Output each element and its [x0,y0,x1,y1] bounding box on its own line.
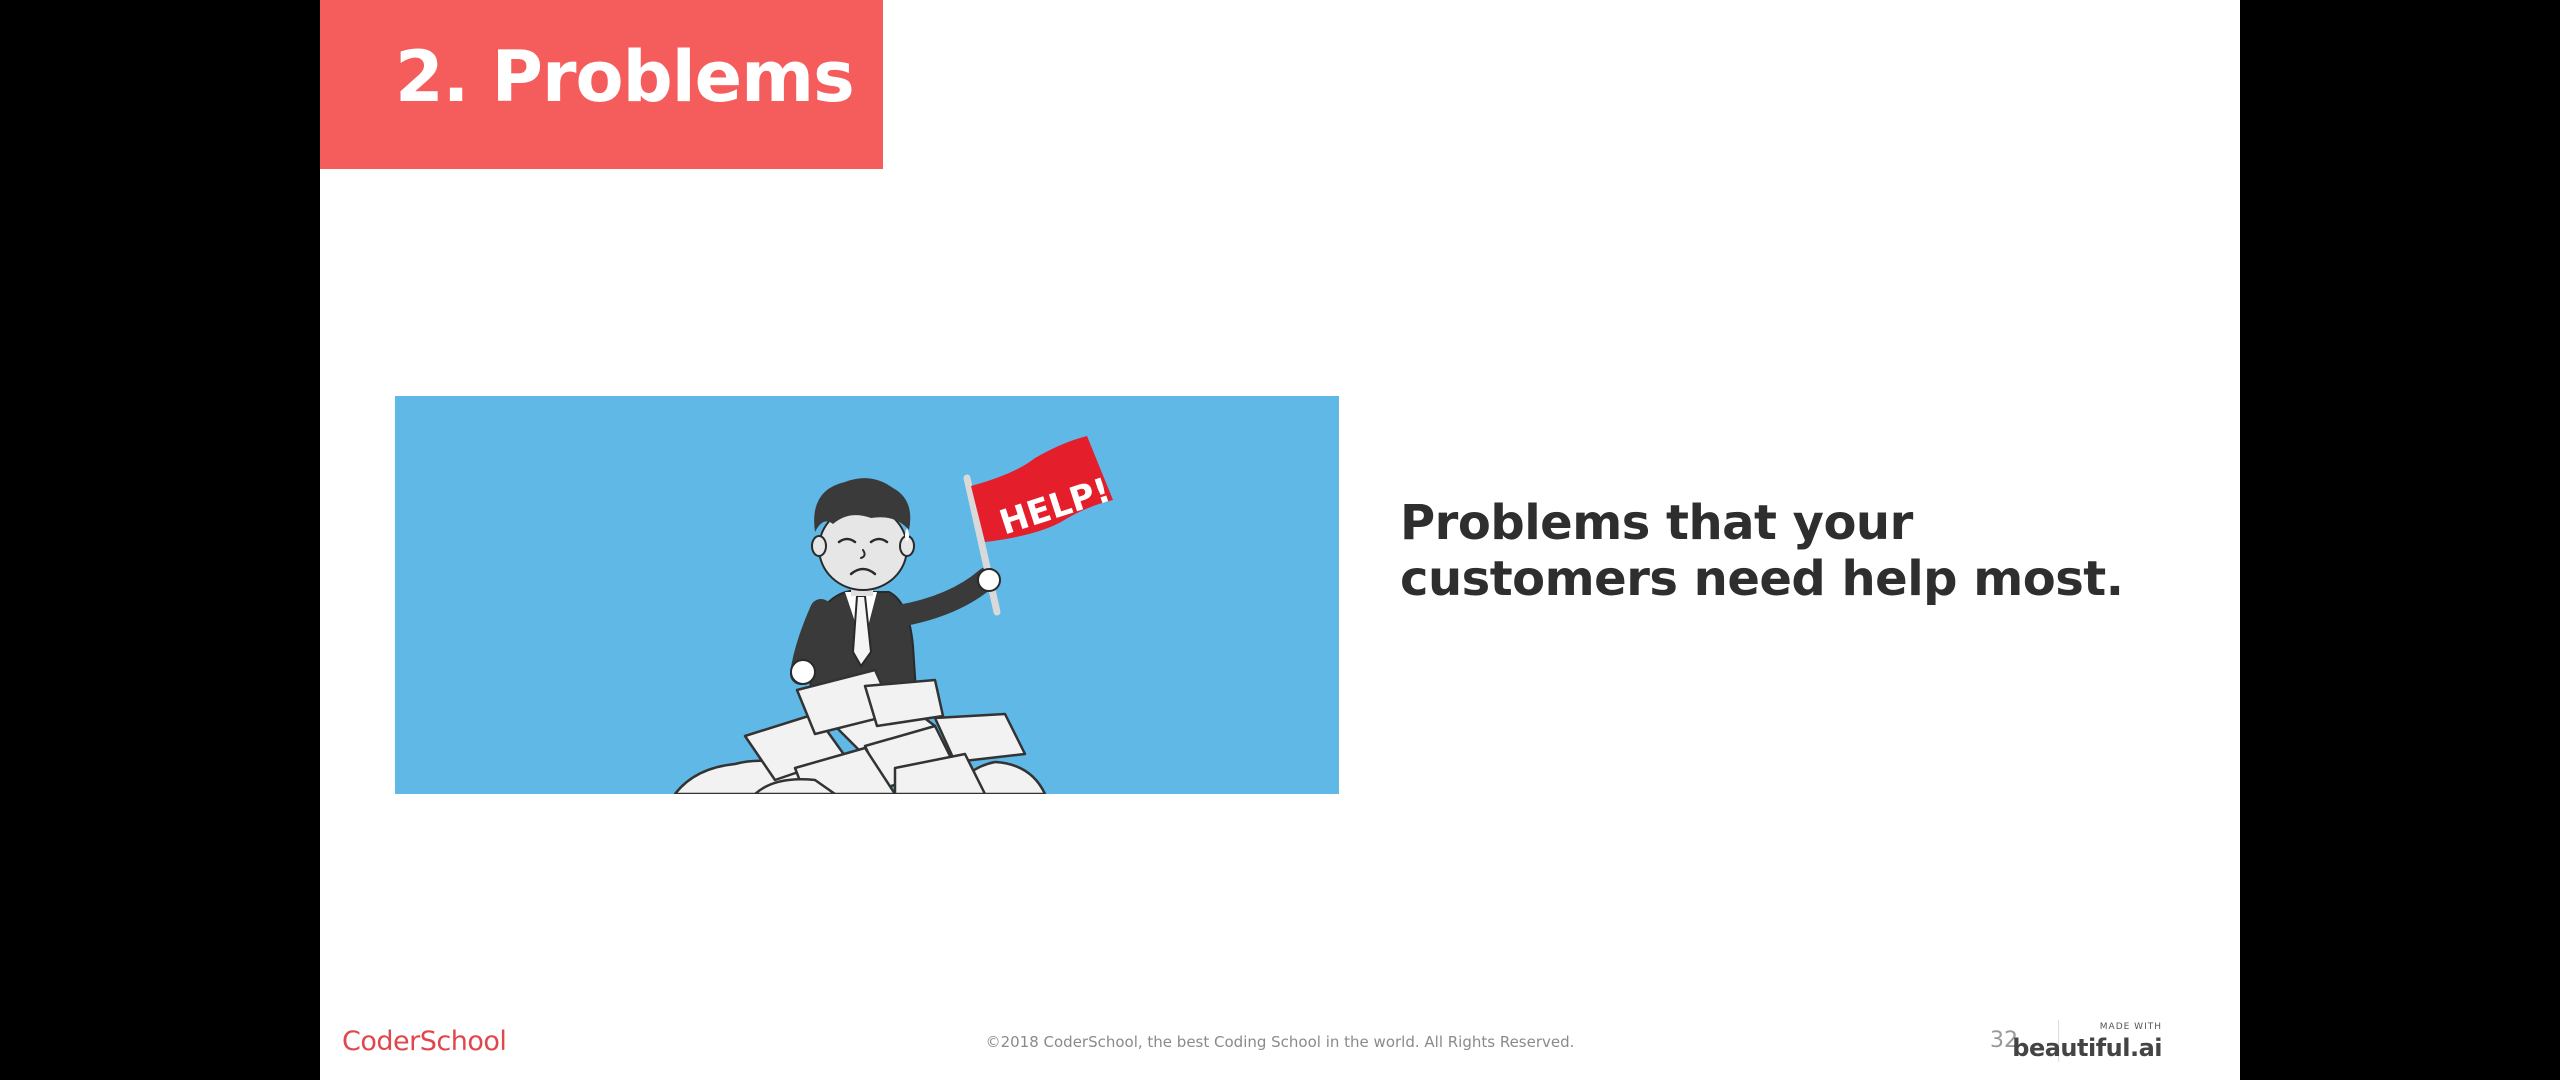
beautiful-ai-logo: beautiful.ai [2012,1034,2162,1062]
slide-title: 2. Problems [395,36,855,118]
footer-copyright: ©2018 CoderSchool, the best Coding Schoo… [985,1033,1575,1051]
made-with-label: MADE WITH [2099,1022,2162,1032]
businessman-help-flag-icon: HELP! [673,436,1115,794]
problem-statement: Problems that your customers need help m… [1400,495,2124,607]
title-block: 2. Problems [320,0,883,169]
slide: 2. Problems HELP! Problems that your cus… [320,0,2240,1080]
help-illustration: HELP! [395,396,1339,794]
